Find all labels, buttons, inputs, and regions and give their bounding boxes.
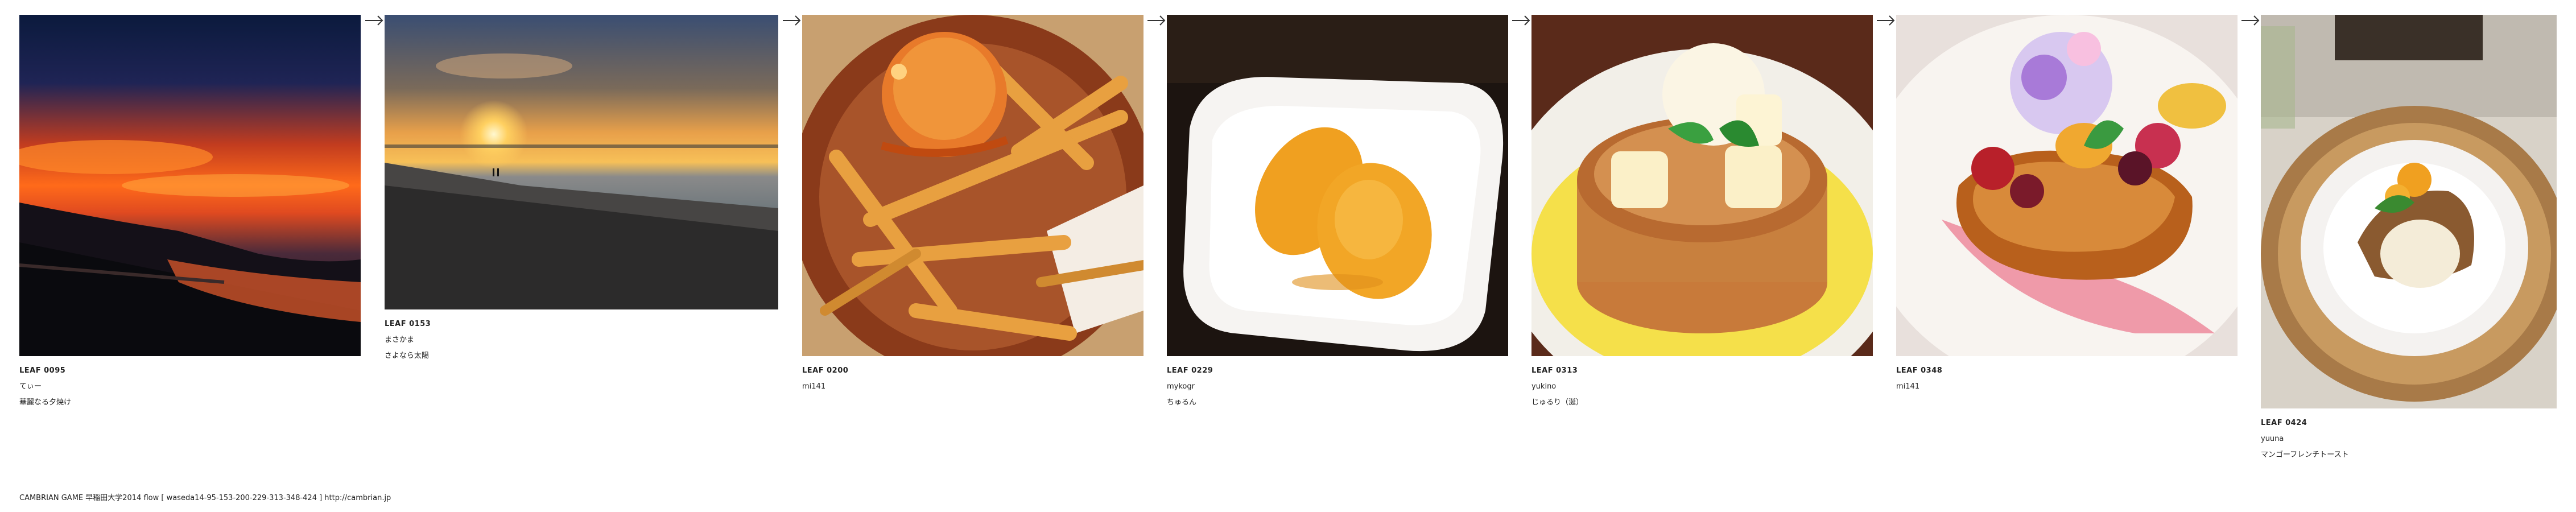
- leaf-author: yuuna: [2261, 435, 2284, 443]
- leaf-id: LEAF 0229: [1167, 366, 1213, 375]
- leaf-card: LEAF 0200 mi141: [802, 15, 1143, 395]
- leaf-title: じゅるり（涎）: [1531, 398, 1584, 407]
- leaf-title: さよなら太陽: [385, 352, 430, 360]
- arrow-right-icon: [364, 14, 385, 27]
- leaf-id: LEAF 0200: [802, 366, 849, 375]
- beach-sunset-photo[interactable]: [385, 15, 778, 309]
- leaf-card: LEAF 0424 yuuna マンゴーフレンチトースト: [2261, 15, 2557, 463]
- leaf-title: マンゴーフレンチトースト: [2261, 451, 2349, 459]
- arrow-right-icon: [1876, 14, 1896, 27]
- leaf-card: LEAF 0229 mykogr ちゅるん: [1167, 15, 1508, 411]
- mango-french-toast-photo[interactable]: [2261, 15, 2557, 408]
- arrow-right-icon: [1511, 14, 1531, 27]
- pancake-photo[interactable]: [1531, 15, 1873, 356]
- leaf-card: LEAF 0313 yukino じゅるり（涎）: [1531, 15, 1873, 411]
- leaf-id: LEAF 0348: [1896, 366, 1943, 375]
- leaf-author: yukino: [1531, 382, 1557, 391]
- french-toast-berries-photo[interactable]: [1896, 15, 2238, 356]
- leaf-id: LEAF 0095: [19, 366, 66, 375]
- leaf-author: まさかま: [385, 336, 415, 344]
- leaf-card: LEAF 0095 てぃー 華麗なる夕焼け: [19, 15, 361, 411]
- mango-plate-photo[interactable]: [1167, 15, 1508, 356]
- fries-dessert-photo[interactable]: [802, 15, 1143, 356]
- sunset-clouds-photo[interactable]: [19, 15, 361, 356]
- leaf-card: LEAF 0348 mi141: [1896, 15, 2238, 395]
- leaf-id: LEAF 0424: [2261, 419, 2307, 427]
- leaf-author: mi141: [802, 382, 826, 391]
- leaf-author: mi141: [1896, 382, 1920, 391]
- leaf-id: LEAF 0313: [1531, 366, 1578, 375]
- footer-credits: CAMBRIAN GAME 早稲田大学2014 flow [ waseda14-…: [19, 494, 391, 502]
- leaf-title: 華麗なる夕焼け: [19, 398, 72, 407]
- arrow-right-icon: [2240, 14, 2261, 27]
- leaf-author: mykogr: [1167, 382, 1195, 391]
- leaf-card: LEAF 0153 まさかま さよなら太陽: [385, 15, 778, 364]
- leaf-author: てぃー: [19, 382, 42, 391]
- leaf-id: LEAF 0153: [385, 320, 431, 328]
- arrow-right-icon: [782, 14, 802, 27]
- arrow-right-icon: [1146, 14, 1167, 27]
- leaf-title: ちゅるん: [1167, 398, 1197, 407]
